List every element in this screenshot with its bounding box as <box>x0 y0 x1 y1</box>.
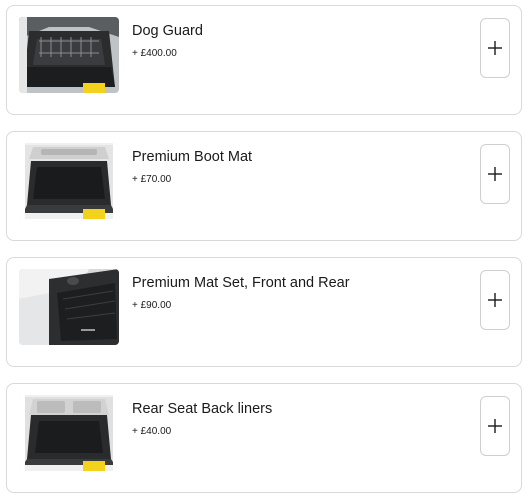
mat-set-image <box>19 269 119 345</box>
plus-icon <box>488 419 502 433</box>
add-boot-mat-button[interactable] <box>480 144 510 204</box>
add-dog-guard-button[interactable] <box>480 18 510 78</box>
accessory-title: Premium Boot Mat <box>132 149 253 165</box>
accessory-price: + £90.00 <box>132 300 172 311</box>
accessory-card-dog-guard: Dog Guard + £400.00 <box>6 5 522 115</box>
seat-back-liners-image <box>19 395 119 471</box>
dog-guard-image <box>19 17 119 93</box>
add-mat-set-button[interactable] <box>480 270 510 330</box>
accessory-card-seat-back-liners: Rear Seat Back liners + £40.00 <box>6 383 522 493</box>
accessories-list: Dog Guard + £400.00 Premium Boot Mat + £… <box>0 0 528 500</box>
accessory-title: Premium Mat Set, Front and Rear <box>132 275 350 291</box>
plus-icon <box>488 293 502 307</box>
accessory-card-mat-set: Premium Mat Set, Front and Rear + £90.00 <box>6 257 522 367</box>
accessory-price: + £70.00 <box>132 174 172 185</box>
plus-icon <box>488 167 502 181</box>
accessory-price: + £40.00 <box>132 426 172 437</box>
add-seat-back-liners-button[interactable] <box>480 396 510 456</box>
accessory-card-boot-mat: Premium Boot Mat + £70.00 <box>6 131 522 241</box>
accessory-title: Dog Guard <box>132 23 203 39</box>
boot-mat-image <box>19 143 119 219</box>
plus-icon <box>488 41 502 55</box>
accessory-price: + £400.00 <box>132 48 177 59</box>
accessory-title: Rear Seat Back liners <box>132 401 273 417</box>
